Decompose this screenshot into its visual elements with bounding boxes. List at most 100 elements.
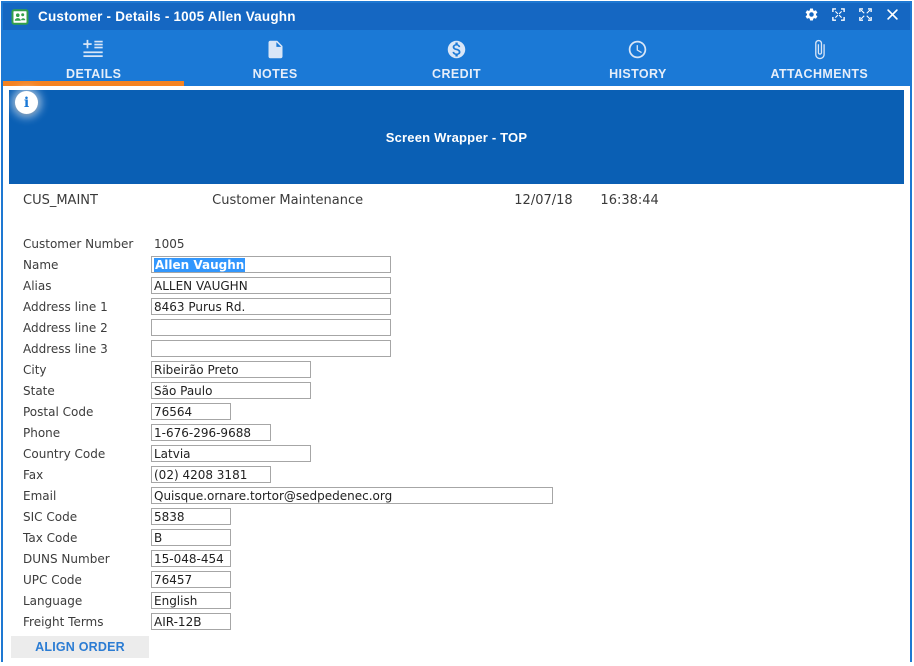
field-row-city: CityRibeirão Preto — [3, 359, 910, 380]
name-input[interactable]: Allen Vaughn — [151, 256, 391, 273]
upc-code-value: 76457 — [154, 573, 192, 587]
tab-credit[interactable]: CREDIT — [366, 30, 547, 86]
fax-input[interactable]: (02) 4208 3181 — [151, 466, 271, 483]
tab-history[interactable]: HISTORY — [547, 30, 728, 86]
freight-terms-input[interactable]: AIR-12B — [151, 613, 231, 630]
history-icon — [627, 39, 648, 65]
language-label: Language — [23, 594, 151, 608]
sic-code-value: 5838 — [154, 510, 185, 524]
state-label: State — [23, 384, 151, 398]
phone-value: 1-676-296-9688 — [154, 426, 251, 440]
language-value: English — [154, 594, 197, 608]
tab-credit-label: CREDIT — [432, 67, 481, 81]
close-icon — [885, 7, 900, 27]
duns-number-value: 15-048-454 — [154, 552, 224, 566]
tax-code-label: Tax Code — [23, 531, 151, 545]
customer-form: Customer Number1005NameAllen VaughnAlias… — [3, 233, 910, 632]
name-label: Name — [23, 258, 151, 272]
header-date: 12/07/18 — [514, 193, 596, 208]
field-row-address-line-2: Address line 2 — [3, 317, 910, 338]
field-row-state: StateSão Paulo — [3, 380, 910, 401]
field-row-sic-code: SIC Code5838 — [3, 506, 910, 527]
notes-icon — [265, 39, 286, 65]
address-line-1-input[interactable]: 8463 Purus Rd. — [151, 298, 391, 315]
field-row-fax: Fax(02) 4208 3181 — [3, 464, 910, 485]
email-value: Quisque.ornare.tortor@sedpedenec.org — [154, 489, 392, 503]
duns-number-input[interactable]: 15-048-454 — [151, 550, 231, 567]
city-label: City — [23, 363, 151, 377]
address-line-2-label: Address line 2 — [23, 321, 151, 335]
field-row-upc-code: UPC Code76457 — [3, 569, 910, 590]
fax-value: (02) 4208 3181 — [154, 468, 247, 482]
align-order-button[interactable]: ALIGN ORDER — [11, 636, 149, 658]
snap-out-button[interactable] — [857, 9, 873, 25]
field-row-postal-code: Postal Code76564 — [3, 401, 910, 422]
state-value: São Paulo — [154, 384, 212, 398]
content-area: i Screen Wrapper - TOP CUS_MAINT Custome… — [3, 90, 910, 664]
tab-notes-label: NOTES — [253, 67, 298, 81]
customer-details-window: Customer - Details - 1005 Allen Vaughn D… — [1, 1, 912, 662]
name-value: Allen Vaughn — [154, 258, 245, 272]
window-controls — [803, 9, 900, 25]
state-input[interactable]: São Paulo — [151, 382, 311, 399]
customer-number-label: Customer Number — [23, 237, 151, 251]
settings-button[interactable] — [803, 9, 819, 25]
details-icon — [83, 39, 104, 65]
tab-attachments[interactable]: ATTACHMENTS — [729, 30, 910, 86]
phone-label: Phone — [23, 426, 151, 440]
postal-code-input[interactable]: 76564 — [151, 403, 231, 420]
header-time: 16:38:44 — [600, 193, 658, 208]
field-row-tax-code: Tax CodeB — [3, 527, 910, 548]
banner-text: Screen Wrapper - TOP — [386, 130, 528, 145]
program-code: CUS_MAINT — [23, 193, 208, 208]
postal-code-value: 76564 — [154, 405, 192, 419]
info-icon[interactable]: i — [15, 91, 38, 114]
field-row-customer-number: Customer Number1005 — [3, 233, 910, 254]
alias-input[interactable]: ALLEN VAUGHN — [151, 277, 391, 294]
snap-in-icon — [831, 7, 846, 27]
postal-code-label: Postal Code — [23, 405, 151, 419]
language-input[interactable]: English — [151, 592, 231, 609]
tax-code-value: B — [154, 531, 162, 545]
field-row-email: EmailQuisque.ornare.tortor@sedpedenec.or… — [3, 485, 910, 506]
tax-code-input[interactable]: B — [151, 529, 231, 546]
tab-bar: DETAILS NOTES CREDIT HISTORY ATTACHMENTS — [3, 30, 910, 86]
email-label: Email — [23, 489, 151, 503]
field-row-phone: Phone1-676-296-9688 — [3, 422, 910, 443]
country-code-value: Latvia — [154, 447, 191, 461]
address-line-2-input[interactable] — [151, 319, 391, 336]
country-code-input[interactable]: Latvia — [151, 445, 311, 462]
freight-terms-label: Freight Terms — [23, 615, 151, 629]
field-row-alias: AliasALLEN VAUGHN — [3, 275, 910, 296]
info-glyph: i — [24, 95, 29, 111]
tab-details-label: DETAILS — [66, 67, 121, 81]
credit-icon — [446, 39, 467, 65]
tab-details[interactable]: DETAILS — [3, 30, 184, 86]
email-input[interactable]: Quisque.ornare.tortor@sedpedenec.org — [151, 487, 553, 504]
alias-label: Alias — [23, 279, 151, 293]
address-line-1-label: Address line 1 — [23, 300, 151, 314]
snap-out-icon — [858, 7, 873, 27]
tab-notes[interactable]: NOTES — [184, 30, 365, 86]
sic-code-input[interactable]: 5838 — [151, 508, 231, 525]
field-row-freight-terms: Freight TermsAIR-12B — [3, 611, 910, 632]
city-value: Ribeirão Preto — [154, 363, 239, 377]
customer-number-value: 1005 — [151, 237, 185, 251]
tab-history-label: HISTORY — [609, 67, 667, 81]
close-button[interactable] — [884, 9, 900, 25]
duns-number-label: DUNS Number — [23, 552, 151, 566]
title-bar: Customer - Details - 1005 Allen Vaughn — [3, 3, 910, 30]
phone-input[interactable]: 1-676-296-9688 — [151, 424, 271, 441]
address-line-3-label: Address line 3 — [23, 342, 151, 356]
upc-code-input[interactable]: 76457 — [151, 571, 231, 588]
screen-wrapper-banner: Screen Wrapper - TOP — [9, 90, 904, 184]
field-row-name: NameAllen Vaughn — [3, 254, 910, 275]
city-input[interactable]: Ribeirão Preto — [151, 361, 311, 378]
customers-icon — [11, 8, 29, 26]
field-row-address-line-1: Address line 18463 Purus Rd. — [3, 296, 910, 317]
snap-in-button[interactable] — [830, 9, 846, 25]
settings-icon — [804, 7, 819, 27]
upc-code-label: UPC Code — [23, 573, 151, 587]
address-line-3-input[interactable] — [151, 340, 391, 357]
window-title: Customer - Details - 1005 Allen Vaughn — [38, 9, 296, 24]
